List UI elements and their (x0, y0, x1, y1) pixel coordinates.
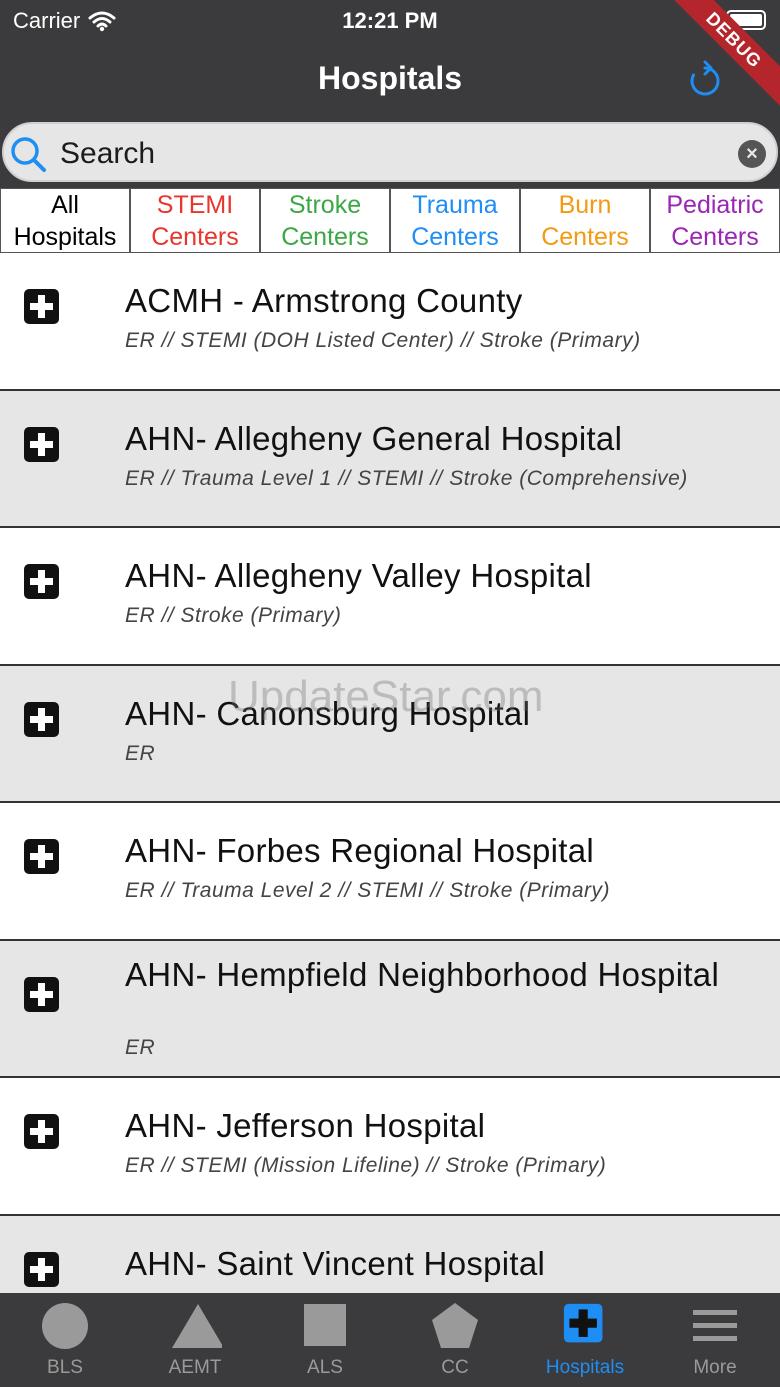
filter-label-line2: Centers (541, 222, 629, 251)
hospital-name: AHN- Jefferson Hospital (125, 1107, 486, 1144)
clear-search-icon[interactable]: × (738, 140, 766, 168)
hospital-cross-icon (24, 289, 59, 324)
filter-label-line1: Stroke (288, 190, 362, 219)
tab-bls[interactable]: BLS (0, 1293, 130, 1387)
tab-bar: BLS AEMT ALS CC Hospitals More (0, 1293, 780, 1387)
tab-als[interactable]: ALS (260, 1293, 390, 1387)
filter-label-line2: Centers (411, 222, 499, 251)
hospital-name: AHN- Allegheny Valley Hospital (125, 557, 592, 594)
hospital-details: ER // STEMI (DOH Listed Center) // Strok… (125, 329, 641, 352)
hospital-details: ER // Trauma Level 1 // STEMI // Stroke … (125, 466, 688, 490)
tab-hospitals[interactable]: Hospitals (520, 1293, 650, 1387)
refresh-icon[interactable] (684, 60, 726, 102)
tab-label: AEMT (168, 1357, 222, 1378)
filter-stroke-centers[interactable]: Stroke Centers (260, 188, 390, 253)
hospital-details: ER // Trauma Level 2 // STEMI // Stroke … (125, 879, 611, 902)
hospital-cross-icon (563, 1303, 603, 1343)
status-bar: Carrier 12:21 PM (0, 0, 780, 40)
tab-aemt[interactable]: AEMT (130, 1293, 260, 1387)
nav-bar: Hospitals (0, 40, 780, 122)
filter-label-line1: Pediatric (666, 190, 764, 219)
filter-burn-centers[interactable]: Burn Centers (520, 188, 650, 253)
filter-stemi-centers[interactable]: STEMI Centers (130, 188, 260, 253)
hospital-details: ER (125, 741, 156, 765)
search-area: × (0, 122, 780, 188)
tab-more[interactable]: More (650, 1293, 780, 1387)
filter-label-line2: Centers (151, 222, 239, 251)
hospital-details: ER // Stroke (Primary) (125, 604, 342, 627)
hospital-name: AHN- Saint Vincent Hospital (125, 1244, 546, 1282)
search-icon (11, 137, 46, 172)
hospital-row[interactable]: AHN- Canonsburg Hospital ER (0, 665, 780, 803)
hospital-name: AHN- Forbes Regional Hospital (125, 832, 595, 869)
filter-label-line2: Centers (671, 222, 759, 251)
menu-icon (693, 1310, 737, 1341)
filter-bar: All Hospitals STEMI Centers Stroke Cente… (0, 188, 780, 253)
search-bar[interactable]: × (2, 122, 778, 182)
filter-label-line1: All (51, 190, 79, 219)
hospital-row[interactable]: ACMH - Armstrong County ER // STEMI (DOH… (0, 253, 780, 391)
hospital-cross-icon (24, 701, 59, 737)
page-title: Hospitals (317, 60, 463, 96)
hospital-cross-icon (24, 564, 59, 599)
pentagon-icon (432, 1303, 478, 1348)
hospital-name: AHN- Allegheny General Hospital (125, 419, 623, 457)
square-icon (304, 1304, 346, 1346)
filter-label-line1: Trauma (412, 190, 498, 219)
hospital-row[interactable]: AHN- Saint Vincent Hospital (0, 1215, 780, 1293)
tab-label: CC (441, 1357, 469, 1378)
hospital-row[interactable]: AHN- Allegheny Valley Hospital ER // Str… (0, 528, 780, 666)
hospital-row[interactable]: AHN- Forbes Regional Hospital ER // Trau… (0, 803, 780, 941)
tab-cc[interactable]: CC (390, 1293, 520, 1387)
hospital-name: AHN- Canonsburg Hospital (125, 694, 531, 732)
filter-all-hospitals[interactable]: All Hospitals (0, 188, 130, 253)
hospital-details: ER // STEMI (Mission Lifeline) // Stroke… (125, 1154, 607, 1177)
circle-icon (42, 1303, 88, 1349)
filter-pediatric-centers[interactable]: Pediatric Centers (650, 188, 780, 253)
hospital-cross-icon (24, 976, 59, 1012)
hospital-list: ACMH - Armstrong County ER // STEMI (DOH… (0, 253, 780, 1293)
hospital-name: AHN- Hempfield Neighborhood Hospital (125, 955, 720, 993)
hospital-cross-icon (24, 1251, 59, 1287)
tab-label: Hospitals (545, 1357, 625, 1378)
hospital-name: ACMH - Armstrong County (125, 282, 523, 319)
filter-label-line2: Hospitals (13, 222, 117, 251)
hospital-cross-icon (24, 1114, 59, 1149)
hospital-row[interactable]: AHN- Jefferson Hospital ER // STEMI (Mis… (0, 1078, 780, 1216)
tab-label: BLS (47, 1357, 83, 1378)
clock: 12:21 PM (342, 8, 438, 33)
triangle-icon (172, 1304, 222, 1348)
hospital-details: ER (125, 1035, 156, 1059)
hospital-cross-icon (24, 426, 59, 462)
filter-label-line1: Burn (558, 190, 612, 219)
hospital-row[interactable]: AHN- Hempfield Neighborhood Hospital ER (0, 940, 780, 1078)
hospital-row[interactable]: AHN- Allegheny General Hospital ER // Tr… (0, 390, 780, 528)
tab-label: ALS (307, 1357, 343, 1378)
search-input[interactable] (60, 132, 720, 176)
hospital-cross-icon (24, 839, 59, 874)
filter-label-line1: STEMI (156, 190, 234, 219)
tab-label: More (693, 1357, 737, 1378)
filter-trauma-centers[interactable]: Trauma Centers (390, 188, 520, 253)
filter-label-line2: Centers (281, 222, 369, 251)
